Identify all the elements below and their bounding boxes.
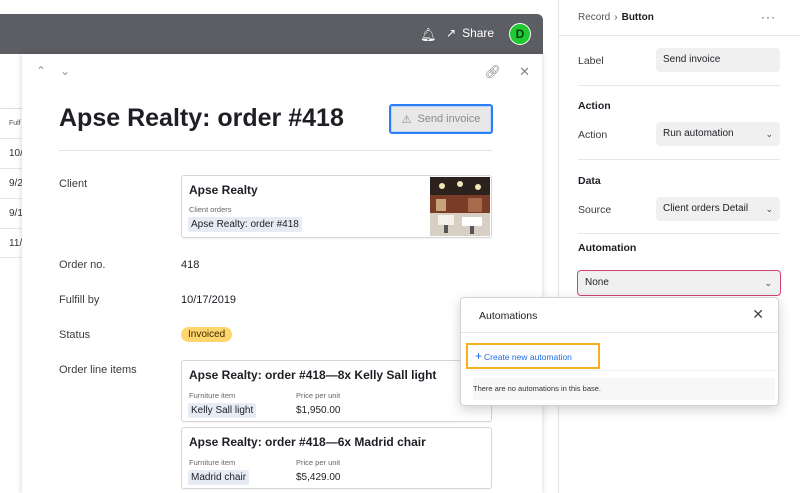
share-button[interactable]: ↗ Share (446, 26, 494, 40)
automation-select-value: None (585, 277, 609, 288)
properties-panel: Record › Button ··· Label Send invoice A… (558, 0, 800, 493)
breadcrumb-current: Button (621, 12, 654, 23)
client-label: Client (59, 178, 88, 190)
close-icon[interactable]: ✕ (519, 64, 530, 80)
modal-actions: 🔗︎ ✕ (485, 64, 530, 80)
automation-section-title: Automation (578, 242, 637, 254)
client-photo (430, 177, 490, 236)
price-value: $5,429.00 (296, 472, 341, 483)
client-orders-label: Client orders (189, 205, 232, 214)
create-automation-button[interactable]: + Create new automation (466, 343, 600, 369)
record-body: ⌃ ⌄ Apse Realty: order #418 ⚠ Send invoi… (22, 54, 528, 493)
record-title: Apse Realty: order #418 (59, 104, 344, 132)
source-select[interactable]: Client orders Detail ⌄ (656, 197, 780, 221)
share-icon: ↗ (446, 26, 457, 40)
line-item-title: Apse Realty: order #418—6x Madrid chair (189, 435, 426, 449)
divider (578, 233, 780, 234)
fulfill-by-value[interactable]: 10/17/2019 (181, 294, 236, 306)
create-automation-label: Create new automation (484, 352, 572, 362)
data-section-title: Data (578, 175, 601, 187)
order-no-value[interactable]: 418 (181, 259, 199, 271)
furniture-item-chip[interactable]: Kelly Sall light (188, 403, 257, 418)
more-options-icon[interactable]: ··· (761, 10, 776, 24)
source-select-value: Client orders Detail (663, 203, 749, 214)
send-invoice-label: Send invoice (417, 113, 481, 125)
avatar[interactable]: D (509, 23, 531, 45)
action-select-value: Run automation (663, 128, 734, 139)
popover-title: Automations (479, 310, 538, 322)
status-label: Status (59, 329, 91, 341)
chevron-down-icon: ⌄ (765, 129, 773, 139)
action-label: Action (578, 129, 608, 141)
order-no-label: Order no. (59, 259, 106, 271)
action-select[interactable]: Run automation ⌄ (656, 122, 780, 146)
divider (59, 150, 492, 151)
line-item-card[interactable]: Apse Realty: order #418—6x Madrid chair … (181, 427, 492, 489)
status-badge[interactable]: Invoiced (181, 327, 233, 342)
top-bar: 🔔︎ ↗ Share D (0, 14, 543, 54)
label-field-label: Label (578, 55, 604, 67)
fulfill-by-label: Fulfill by (59, 294, 100, 306)
chevron-down-icon: ⌄ (765, 204, 773, 214)
furniture-item-label: Furniture item (189, 391, 236, 400)
copy-link-icon[interactable]: 🔗︎ (485, 64, 502, 80)
record-navigation: ⌃ ⌄ (36, 64, 70, 78)
price-label: Price per unit (296, 391, 341, 400)
warning-icon: ⚠ (401, 113, 412, 126)
price-value: $1,950.00 (296, 405, 341, 416)
divider (578, 85, 780, 86)
share-label: Share (462, 26, 495, 40)
chevron-right-icon: › (614, 12, 618, 23)
source-label: Source (578, 204, 612, 216)
divider (559, 35, 800, 36)
client-name: Apse Realty (189, 183, 258, 197)
plus-icon: + (475, 349, 483, 363)
breadcrumb: Record › Button (578, 12, 654, 23)
client-order-chip[interactable]: Apse Realty: order #418 (188, 217, 302, 232)
close-icon[interactable]: ✕ (752, 306, 764, 323)
automations-popover: Automations ✕ + Create new automation The… (460, 297, 779, 406)
client-card[interactable]: Apse Realty Client orders Apse Realty: o… (181, 175, 492, 238)
breadcrumb-parent[interactable]: Record (578, 12, 610, 23)
next-record-icon[interactable]: ⌄ (60, 64, 70, 78)
furniture-item-label: Furniture item (189, 458, 236, 467)
send-invoice-button[interactable]: ⚠ Send invoice (389, 104, 493, 134)
divider (578, 159, 780, 160)
empty-state-text: There are no automations in this base. (473, 378, 775, 400)
record-modal: ⌃ ⌄ Apse Realty: order #418 ⚠ Send invoi… (22, 54, 542, 493)
divider (461, 332, 778, 333)
automation-select[interactable]: None ⌄ (577, 270, 781, 296)
action-section-title: Action (578, 100, 611, 112)
previous-record-icon[interactable]: ⌃ (36, 64, 46, 78)
line-items-label: Order line items (59, 364, 137, 376)
price-label: Price per unit (296, 458, 341, 467)
line-item-card[interactable]: Apse Realty: order #418—8x Kelly Sall li… (181, 360, 492, 422)
notification-bell-icon[interactable]: 🔔︎ (420, 27, 437, 43)
divider (465, 370, 777, 371)
chevron-down-icon: ⌄ (764, 278, 772, 288)
line-item-title: Apse Realty: order #418—8x Kelly Sall li… (189, 368, 437, 382)
furniture-item-chip[interactable]: Madrid chair (188, 470, 250, 485)
label-input[interactable]: Send invoice (656, 48, 780, 72)
